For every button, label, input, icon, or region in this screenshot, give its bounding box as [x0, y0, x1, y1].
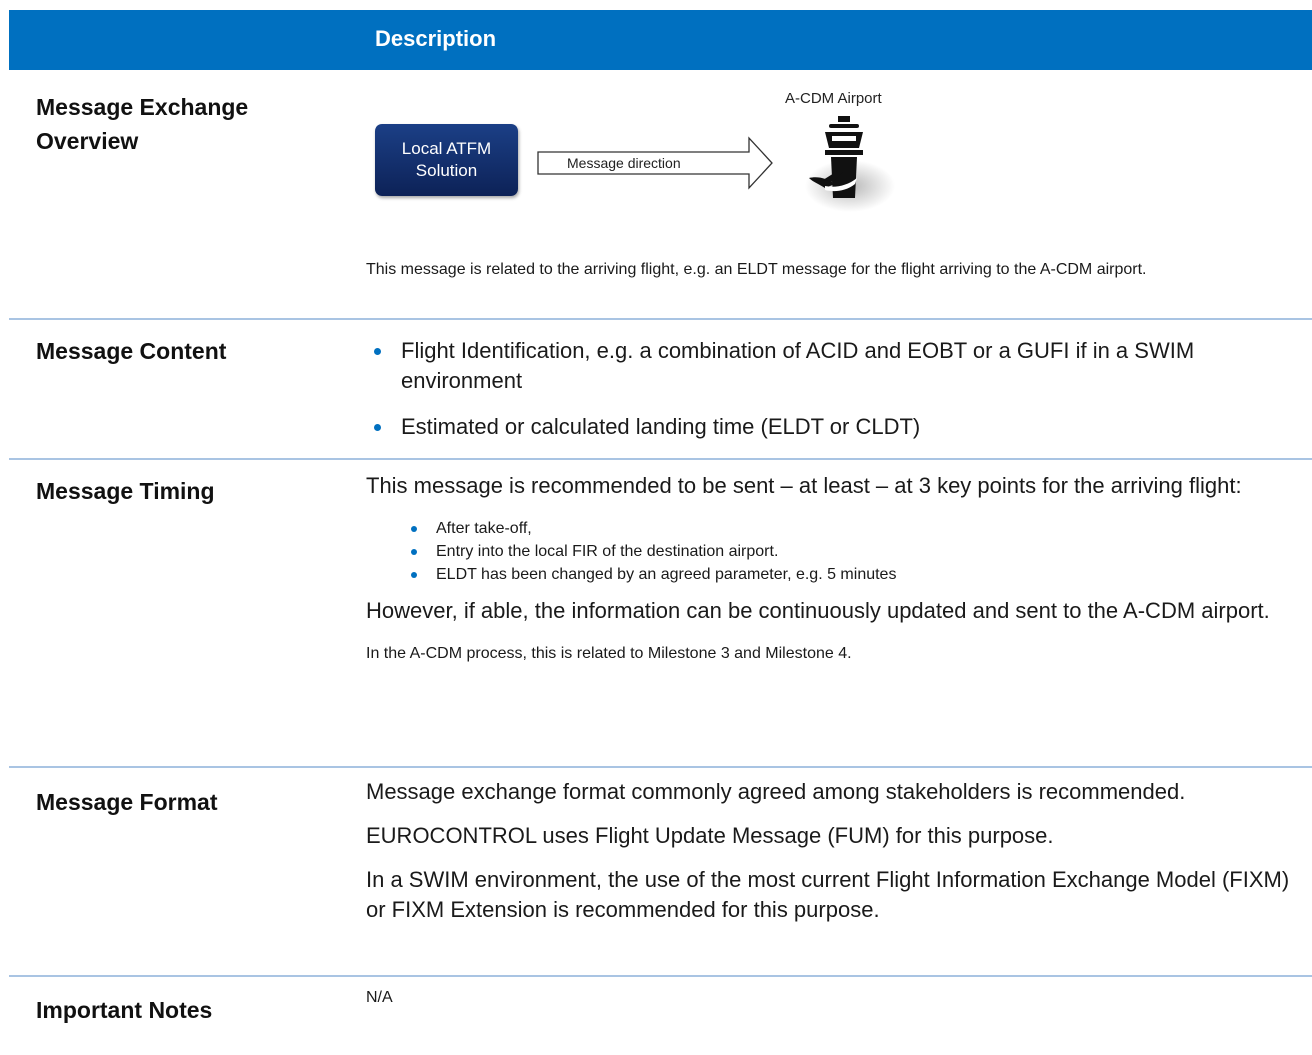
row-label-format: Message Format: [36, 789, 218, 815]
timing-intro: This message is recommended to be sent –…: [366, 473, 1242, 498]
local-atfm-solution-box: Local ATFM Solution: [375, 124, 518, 196]
control-tower-icon: [805, 116, 895, 212]
overview-note: This message is related to the arriving …: [366, 261, 1147, 278]
row-divider: [9, 766, 1312, 768]
notes-value: N/A: [366, 989, 393, 1006]
column-title-description: Description: [375, 26, 497, 51]
timing-paragraph: However, if able, the information can be…: [366, 598, 1270, 623]
format-paragraph-1: Message exchange format commonly agreed …: [366, 779, 1186, 804]
format-paragraph-2: EUROCONTROL uses Flight Update Message (…: [366, 823, 1054, 848]
bullet-dot-icon: [411, 549, 417, 555]
airport-label: A-CDM Airport: [785, 90, 882, 107]
list-item: Estimated or calculated landing time (EL…: [366, 412, 1296, 442]
row-label-timing: Message Timing: [36, 478, 215, 504]
timing-content: This message is recommended to be sent –…: [366, 471, 1296, 665]
row-label-overview: Message Exchange Overview: [36, 90, 248, 158]
format-content: Message exchange format commonly agreed …: [366, 777, 1296, 925]
row-divider: [9, 458, 1312, 460]
content-bullet-list: Flight Identification, e.g. a combinatio…: [366, 336, 1296, 442]
bullet-dot-icon: [374, 424, 381, 431]
row-label-notes: Important Notes: [36, 997, 213, 1023]
atfm-box-line2: Solution: [415, 161, 478, 180]
list-item: Entry into the local FIR of the destinat…: [366, 540, 1296, 563]
list-item: Flight Identification, e.g. a combinatio…: [366, 336, 1296, 396]
timing-bullet-text: After take-off,: [436, 520, 532, 537]
content-bullet-text: Estimated or calculated landing time (EL…: [401, 414, 921, 439]
content-bullet-text: Flight Identification, e.g. a combinatio…: [401, 338, 1195, 393]
atfm-box-line1: Local ATFM: [401, 139, 492, 158]
arrow-label: Message direction: [567, 155, 681, 171]
bullet-dot-icon: [411, 526, 417, 532]
bullet-dot-icon: [374, 348, 381, 355]
row-label-overview-line1: Message Exchange: [36, 94, 249, 120]
row-divider: [9, 318, 1312, 320]
row-label-overview-line2: Overview: [36, 128, 139, 154]
list-item: ELDT has been changed by an agreed param…: [366, 563, 1296, 586]
timing-note: In the A-CDM process, this is related to…: [366, 645, 852, 662]
timing-bullet-text: ELDT has been changed by an agreed param…: [436, 566, 897, 583]
row-divider: [9, 975, 1312, 977]
bullet-dot-icon: [411, 572, 417, 578]
format-paragraph-3: In a SWIM environment, the use of the mo…: [366, 867, 1290, 922]
message-exchange-diagram: Local ATFM Solution Message direction A-…: [375, 90, 935, 220]
timing-bullet-text: Entry into the local FIR of the destinat…: [436, 543, 779, 560]
row-label-content: Message Content: [36, 338, 227, 364]
table-header: Description: [9, 10, 1312, 70]
list-item: After take-off,: [366, 517, 1296, 540]
timing-bullet-list: After take-off, Entry into the local FIR…: [366, 517, 1296, 586]
